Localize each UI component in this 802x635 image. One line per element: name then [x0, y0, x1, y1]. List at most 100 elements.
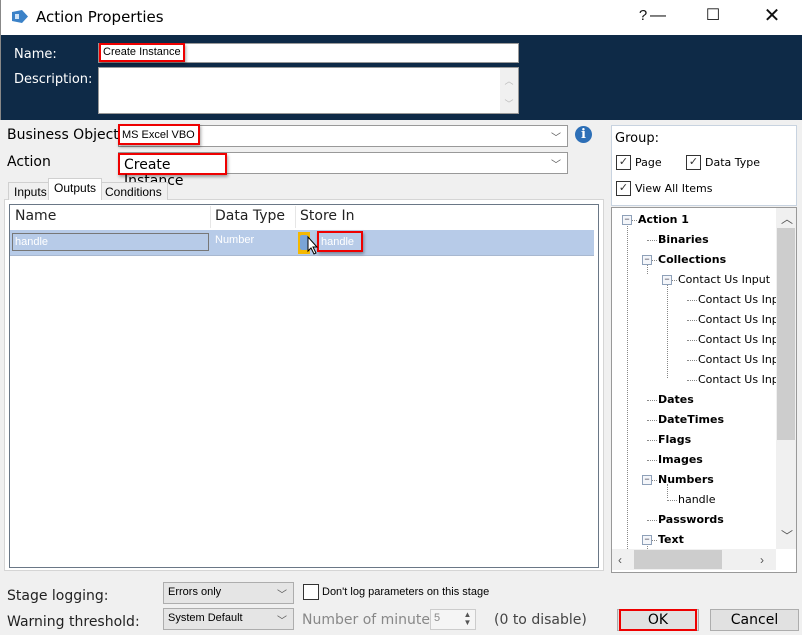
business-object-label: Business Object	[7, 127, 119, 143]
tree-item[interactable]: Contact Us Inp	[698, 313, 779, 326]
scroll-left-icon[interactable]: ‹	[618, 553, 622, 567]
tree-item[interactable]: DateTimes	[658, 413, 724, 426]
close-button[interactable]: ✕	[755, 4, 789, 30]
info-icon[interactable]: i	[575, 126, 592, 143]
mouse-cursor-icon	[307, 236, 319, 255]
scroll-down-icon[interactable]: ﹀	[500, 97, 518, 110]
tree-line	[647, 264, 648, 274]
tree-item[interactable]: Collections	[658, 253, 726, 266]
chevron-down-icon: ﹀	[551, 133, 561, 144]
tree-item[interactable]: Text	[658, 533, 684, 546]
scroll-down-icon[interactable]: ﹀	[781, 527, 793, 544]
scroll-right-icon[interactable]: ›	[760, 553, 764, 567]
tree-item[interactable]: Numbers	[658, 473, 714, 486]
tree-item[interactable]: Flags	[658, 433, 691, 446]
stage-logging-dropdown[interactable]: Errors only ﹀	[163, 582, 294, 604]
business-object-value: MS Excel VBO	[118, 124, 200, 145]
collapse-icon[interactable]: −	[642, 255, 652, 265]
outputs-grid	[9, 204, 599, 568]
tree-line	[687, 320, 697, 321]
app-icon	[12, 10, 28, 23]
column-separator	[295, 206, 296, 228]
data-type-checkbox[interactable]: ✓	[686, 155, 701, 170]
tree-horizontal-scroll-thumb[interactable]	[634, 550, 722, 569]
view-all-items-checkbox-label: View All Items	[635, 182, 713, 195]
chevron-down-icon: ﹀	[277, 590, 287, 601]
tree-line	[652, 540, 657, 541]
tree-item[interactable]: handle	[678, 493, 716, 506]
view-all-items-checkbox[interactable]: ✓	[616, 181, 631, 196]
name-input[interactable]: Create Instance	[98, 43, 519, 63]
tree-line	[647, 240, 657, 241]
description-label: Description:	[14, 72, 93, 87]
output-name-input[interactable]: handle	[12, 233, 209, 251]
data-type-checkbox-label: Data Type	[705, 156, 761, 169]
tab-inputs[interactable]: Inputs	[8, 182, 53, 200]
tree-vertical-scroll-thumb[interactable]	[777, 228, 795, 440]
tree-line	[672, 280, 677, 281]
scroll-up-icon[interactable]: ︿	[781, 210, 793, 227]
tree-line	[647, 400, 657, 401]
scroll-up-icon[interactable]: ︿	[500, 74, 518, 87]
tree-item[interactable]: Binaries	[658, 233, 709, 246]
tree-item[interactable]: Contact Us Inp	[698, 373, 779, 386]
tree-line	[652, 260, 657, 261]
column-header-data-type[interactable]: Data Type	[215, 208, 285, 224]
tree-item[interactable]: Contact Us Inp	[698, 353, 779, 366]
collapse-icon[interactable]: −	[642, 475, 652, 485]
tree-line	[647, 460, 657, 461]
description-scrollbar[interactable]: ︿ ﹀	[500, 68, 518, 113]
tree-item[interactable]: Contact Us Input	[678, 273, 770, 286]
tab-outputs[interactable]: Outputs	[48, 178, 103, 200]
column-header-store-in[interactable]: Store In	[300, 208, 354, 224]
tree-item[interactable]: Contact Us Inp	[698, 333, 779, 346]
warning-threshold-label: Warning threshold:	[7, 614, 140, 630]
collapse-icon[interactable]: −	[622, 215, 632, 225]
column-separator	[210, 206, 211, 228]
tree-line	[667, 484, 668, 498]
tree-item[interactable]: Passwords	[658, 513, 724, 526]
tree-line	[627, 224, 628, 549]
warning-threshold-value: System Default	[168, 612, 243, 624]
tree-line	[632, 220, 637, 221]
page-checkbox-label: Page	[635, 156, 662, 169]
window-title: Action Properties	[36, 8, 164, 26]
name-label: Name:	[14, 47, 57, 62]
minutes-spinner[interactable]: ▲ ▼	[461, 611, 474, 628]
tree-line	[652, 480, 657, 481]
tree-line	[687, 340, 697, 341]
number-of-minutes-label: Number of minutes	[302, 612, 438, 628]
ok-button-highlight	[619, 609, 697, 631]
stage-logging-label: Stage logging:	[7, 588, 109, 604]
tree-item[interactable]: Action 1	[638, 213, 689, 226]
chevron-down-icon: ﹀	[551, 160, 561, 171]
description-input[interactable]	[98, 67, 519, 114]
action-label: Action	[7, 154, 51, 170]
store-in-value[interactable]: handle	[317, 231, 363, 252]
tree-line	[687, 360, 697, 361]
column-header-name[interactable]: Name	[15, 208, 56, 224]
collapse-icon[interactable]: −	[642, 535, 652, 545]
page-checkbox[interactable]: ✓	[616, 155, 631, 170]
minimize-button[interactable]: —	[648, 4, 668, 30]
tree-line	[647, 420, 657, 421]
maximize-button[interactable]: ☐	[698, 4, 728, 30]
tree-item[interactable]: Images	[658, 453, 703, 466]
tree-line	[687, 300, 697, 301]
chevron-down-icon: ﹀	[277, 616, 287, 627]
tree-line	[667, 500, 677, 501]
name-value-highlight: Create Instance	[99, 43, 185, 62]
tree-item[interactable]: Contact Us Inp	[698, 293, 779, 306]
tree-line	[647, 440, 657, 441]
cancel-button[interactable]: Cancel	[710, 609, 799, 631]
tree-item[interactable]: Dates	[658, 393, 694, 406]
tree-line	[687, 380, 697, 381]
tree-line	[667, 284, 668, 378]
tree-line	[647, 520, 657, 521]
group-label: Group:	[615, 131, 659, 146]
warning-threshold-dropdown[interactable]: System Default ﹀	[163, 608, 294, 630]
collapse-icon[interactable]: −	[662, 275, 672, 285]
disable-hint: (0 to disable)	[494, 612, 587, 628]
tab-conditions[interactable]: Conditions	[99, 182, 168, 200]
dont-log-parameters-checkbox[interactable]	[303, 584, 319, 600]
